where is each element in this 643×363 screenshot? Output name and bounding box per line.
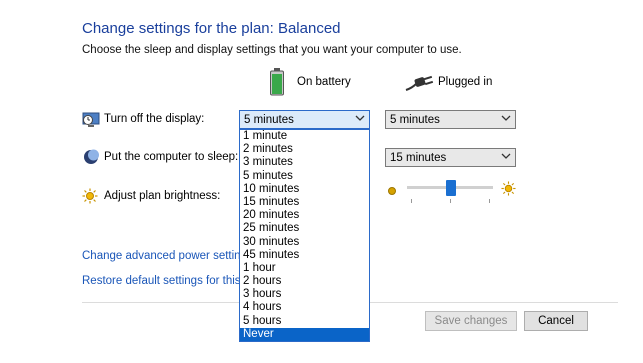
- sun-dim-icon: [387, 183, 397, 195]
- display-plugged-select-value: 5 minutes: [390, 113, 440, 126]
- display-plugged-select[interactable]: 5 minutes: [385, 110, 516, 129]
- dropdown-option[interactable]: 4 hours: [240, 301, 369, 314]
- display-battery-dropdown-list: 1 minute 2 minutes 3 minutes 5 minutes 10 mi…: [239, 129, 370, 342]
- page-title: Change settings for the plan: Balanced: [82, 20, 341, 37]
- advanced-settings-link[interactable]: Change advanced power settings: [82, 250, 253, 262]
- display-battery-select-value: 5 minutes: [244, 113, 294, 126]
- dropdown-option[interactable]: 20 minutes: [240, 209, 369, 222]
- sleep-row-label: Put the computer to sleep:: [104, 151, 239, 163]
- sun-bright-icon: [501, 181, 516, 196]
- plugged-column-header: Plugged in: [438, 76, 493, 88]
- dropdown-option[interactable]: 25 minutes: [240, 222, 369, 235]
- restore-defaults-link[interactable]: Restore default settings for this pla: [82, 275, 259, 287]
- page-subtitle: Choose the sleep and display settings th…: [82, 44, 462, 56]
- display-battery-select[interactable]: 5 minutes: [239, 110, 370, 129]
- sun-icon: [82, 188, 98, 204]
- brightness-row-label: Adjust plan brightness:: [104, 190, 221, 202]
- battery-column-header: On battery: [297, 76, 351, 88]
- cancel-button[interactable]: Cancel: [524, 311, 588, 331]
- chevron-down-icon: [355, 113, 365, 126]
- sleep-plugged-select-value: 15 minutes: [390, 151, 447, 164]
- dropdown-option[interactable]: 15 minutes: [240, 196, 369, 209]
- dropdown-option[interactable]: 10 minutes: [240, 183, 369, 196]
- plug-icon: [404, 74, 434, 92]
- battery-icon: [270, 68, 284, 96]
- sleep-plugged-select[interactable]: 15 minutes: [385, 148, 516, 167]
- chevron-down-icon: [501, 151, 511, 164]
- display-row-label: Turn off the display:: [104, 113, 205, 125]
- slider-tick: [450, 199, 451, 203]
- slider-tick: [489, 199, 490, 203]
- monitor-clock-icon: [82, 111, 100, 129]
- moon-icon: [82, 148, 100, 166]
- dropdown-option[interactable]: 1 minute: [240, 130, 369, 143]
- chevron-down-icon: [501, 113, 511, 126]
- save-changes-button[interactable]: Save changes: [425, 311, 517, 331]
- brightness-slider-thumb[interactable]: [446, 180, 456, 196]
- slider-tick: [411, 199, 412, 203]
- dropdown-option[interactable]: Never: [240, 327, 369, 341]
- dropdown-option[interactable]: 30 minutes: [240, 236, 369, 249]
- dropdown-option[interactable]: 2 minutes: [240, 143, 369, 156]
- dropdown-option[interactable]: 3 minutes: [240, 156, 369, 169]
- dropdown-option[interactable]: 2 hours: [240, 275, 369, 288]
- dropdown-option[interactable]: 5 hours: [240, 315, 369, 328]
- dropdown-option[interactable]: 5 minutes: [240, 170, 369, 183]
- dropdown-option[interactable]: 45 minutes: [240, 249, 369, 262]
- dropdown-option[interactable]: 1 hour: [240, 262, 369, 275]
- dropdown-option[interactable]: 3 hours: [240, 288, 369, 301]
